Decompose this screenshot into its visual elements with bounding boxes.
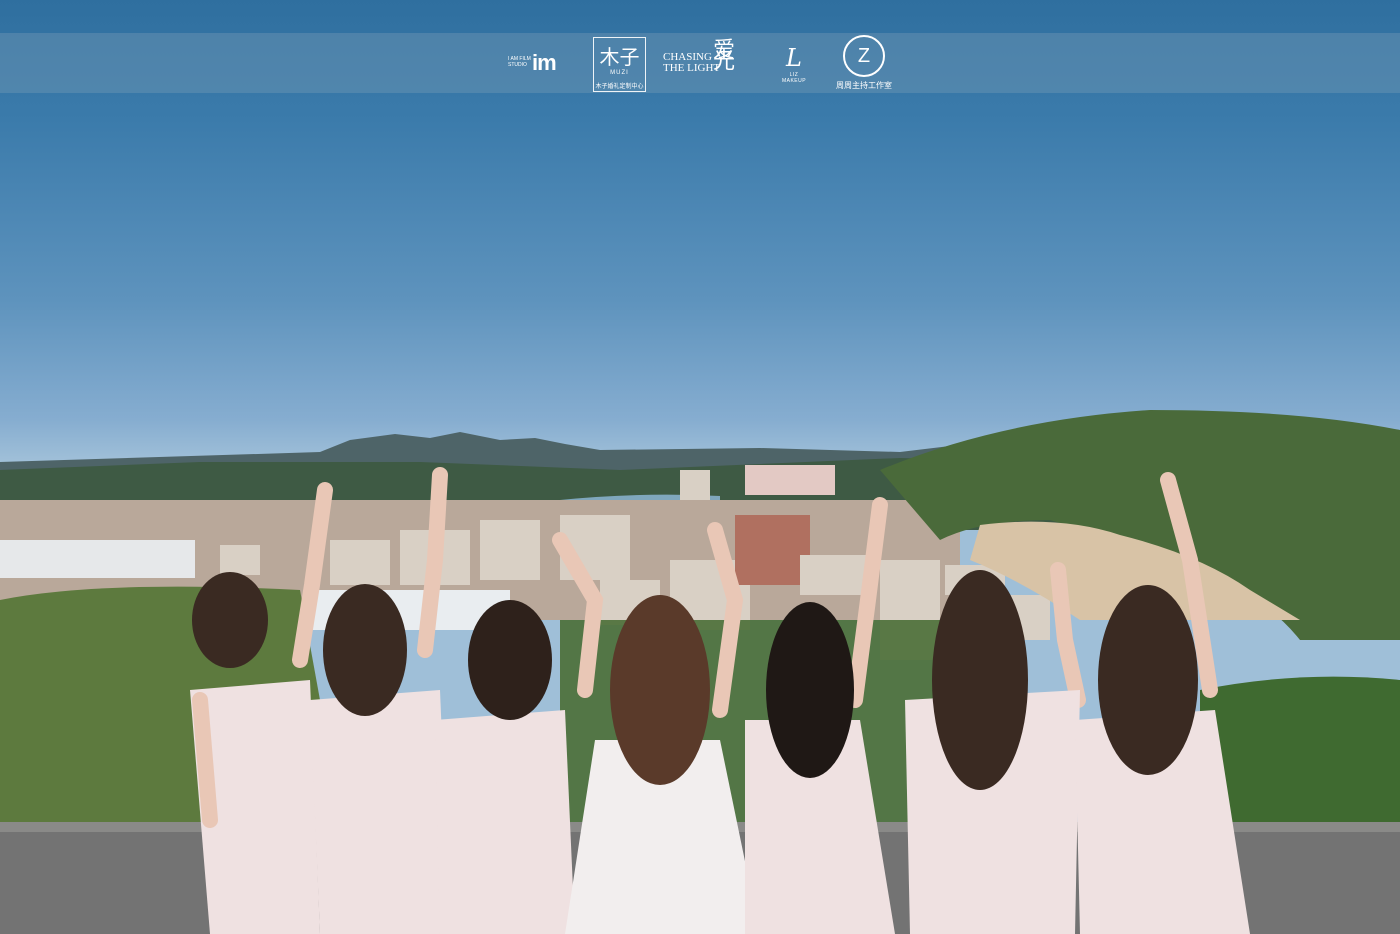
liz-name: LIZ MAKEUP <box>781 72 807 84</box>
muzi-mark: 木子 <box>599 45 640 69</box>
chasing-mark: 爱光 <box>713 37 736 73</box>
zhouzhou-host-logo: Z 周周主持工作室 <box>834 35 894 91</box>
muzi-logo: 木子 MUZI 木子婚礼定制中心 <box>593 37 646 92</box>
chasing-the-light-logo: CHASING THE LIGHT 爱光 <box>663 39 735 74</box>
im-studio-mark: im <box>532 50 557 75</box>
liz-makeup-logo: L LIZ MAKEUP <box>777 44 811 84</box>
liz-mark: L <box>786 44 802 72</box>
zhouzhou-name: 周周主持工作室 <box>836 81 892 90</box>
landscape-illustration <box>0 410 1400 934</box>
muzi-name: MUZI <box>610 70 629 76</box>
microphone-icon: Z <box>843 35 885 77</box>
wedding-photo: I AM FILM STUDIO im 木子 MUZI 木子婚礼定制中心 CHA… <box>0 0 1400 934</box>
chasing-line-2: THE LIGHT <box>663 62 721 74</box>
muzi-subtitle: 木子婚礼定制中心 <box>595 84 644 90</box>
